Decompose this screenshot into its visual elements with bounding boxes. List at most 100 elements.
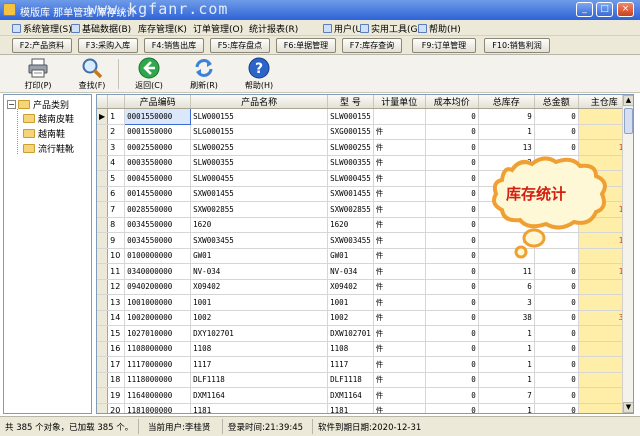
- row-indicator[interactable]: [97, 124, 109, 140]
- row-indicator[interactable]: [97, 248, 109, 264]
- cell-unit[interactable]: 件: [373, 155, 426, 171]
- row-indicator[interactable]: [97, 155, 109, 171]
- cell-model[interactable]: SLW000455: [327, 170, 374, 187]
- table-row[interactable]: 191164000000DXM1164DXM1164件0707: [97, 387, 631, 404]
- cell-model[interactable]: 1181: [327, 403, 374, 413]
- cell-rownum[interactable]: 6: [107, 186, 126, 202]
- cell-avg-cost[interactable]: 0: [425, 232, 479, 249]
- menu-basic-data[interactable]: 基础数据(B): [71, 22, 131, 35]
- table-row[interactable]: 90034550000SXW003455SXW003455件01515: [97, 232, 631, 249]
- cell-model[interactable]: SXW002855: [327, 201, 374, 218]
- cell-rownum[interactable]: 10: [107, 248, 126, 264]
- header-avg-cost[interactable]: 成本均价: [425, 95, 479, 109]
- row-indicator[interactable]: [97, 387, 109, 404]
- cell-rownum[interactable]: 2: [107, 124, 126, 140]
- cell-avg-cost[interactable]: 0: [425, 341, 479, 357]
- cell-model[interactable]: 1117: [327, 356, 374, 373]
- cell-model[interactable]: 1002: [327, 310, 374, 326]
- row-indicator[interactable]: [97, 232, 109, 249]
- menu-orders[interactable]: 订单管理(O): [193, 22, 243, 35]
- cell-total-amount[interactable]: 0: [534, 356, 579, 373]
- cell-name[interactable]: 1001: [190, 294, 329, 311]
- cell-code[interactable]: 0002550000: [124, 139, 192, 156]
- cell-model[interactable]: NV-034: [327, 263, 374, 280]
- row-indicator[interactable]: [97, 139, 109, 156]
- menu-system[interactable]: 系统管理(S): [12, 22, 72, 35]
- cell-unit[interactable]: 件: [373, 124, 426, 140]
- cell-code[interactable]: 1002000000: [124, 310, 192, 326]
- cell-total-amount[interactable]: 0: [534, 294, 579, 311]
- cell-total-stock[interactable]: 2: [478, 155, 535, 171]
- row-indicator[interactable]: [97, 217, 109, 233]
- cell-model[interactable]: 1108: [327, 341, 374, 357]
- scroll-thumb[interactable]: [624, 108, 633, 134]
- cell-total-amount[interactable]: 0: [534, 124, 579, 140]
- cell-code[interactable]: 0034550000: [124, 232, 192, 249]
- cell-model[interactable]: 1001: [327, 294, 374, 311]
- cell-avg-cost[interactable]: 0: [425, 186, 479, 202]
- cell-name[interactable]: GW01: [190, 248, 329, 264]
- cell-rownum[interactable]: 19: [107, 387, 126, 404]
- cell-avg-cost[interactable]: 0: [425, 124, 479, 140]
- table-row[interactable]: 8003455000016201620件01: [97, 217, 631, 233]
- cell-model[interactable]: GW01: [327, 248, 374, 264]
- cell-unit[interactable]: 件: [373, 294, 426, 311]
- help-button[interactable]: ? 帮助(H): [237, 56, 281, 92]
- cell-code[interactable]: 0028550000: [124, 201, 192, 218]
- cell-total-amount[interactable]: 0: [534, 310, 579, 326]
- table-row[interactable]: 17111700000011171117件0101: [97, 356, 631, 373]
- cell-code[interactable]: 0004550000: [124, 170, 192, 187]
- row-indicator[interactable]: [97, 279, 109, 295]
- cell-rownum[interactable]: 11: [107, 263, 126, 280]
- vertical-scrollbar[interactable]: ▲ ▼: [622, 95, 633, 413]
- table-row[interactable]: 20118100000011811181件0101: [97, 403, 631, 413]
- table-row[interactable]: 14100200000010021002件038038: [97, 310, 631, 326]
- cell-unit[interactable]: 件: [373, 403, 426, 413]
- cell-avg-cost[interactable]: 0: [425, 310, 479, 326]
- tree-root[interactable]: − 产品类别: [7, 97, 69, 111]
- cell-unit[interactable]: 件: [373, 356, 426, 373]
- cell-rownum[interactable]: 14: [107, 310, 126, 326]
- cell-unit[interactable]: 件: [373, 248, 426, 264]
- cell-rownum[interactable]: 8: [107, 217, 126, 233]
- cell-name[interactable]: SLW000455: [190, 170, 329, 187]
- cell-total-stock[interactable]: 1: [478, 325, 535, 342]
- cell-name[interactable]: DXY102701: [190, 325, 329, 342]
- cell-model[interactable]: DXW102701: [327, 325, 374, 342]
- cell-code[interactable]: 1117000000: [124, 356, 192, 373]
- tree-item-vietnam-leather[interactable]: 越南皮鞋: [23, 111, 74, 125]
- table-row[interactable]: 181118000000DLF1118DLF1118件0101: [97, 372, 631, 388]
- cell-unit[interactable]: 件: [373, 387, 426, 404]
- cell-avg-cost[interactable]: 0: [425, 217, 479, 233]
- cell-total-stock[interactable]: 9: [478, 108, 535, 125]
- cell-code[interactable]: 0100000000: [124, 248, 192, 264]
- cell-avg-cost[interactable]: 0: [425, 170, 479, 187]
- row-indicator[interactable]: ▶: [97, 108, 109, 125]
- f5-stocktake-button[interactable]: F5:库存盘点: [210, 38, 270, 53]
- cell-model[interactable]: X09402: [327, 279, 374, 295]
- cell-rownum[interactable]: 9: [107, 232, 126, 249]
- cell-name[interactable]: SXW001455: [190, 186, 329, 202]
- cell-rownum[interactable]: 5: [107, 170, 126, 187]
- cell-avg-cost[interactable]: 0: [425, 403, 479, 413]
- cell-code[interactable]: 0001550000: [124, 108, 192, 125]
- cell-total-amount[interactable]: 0: [534, 155, 579, 171]
- cell-name[interactable]: NV-034: [190, 263, 329, 280]
- cell-name[interactable]: SXW002855: [190, 201, 329, 218]
- cell-avg-cost[interactable]: 0: [425, 279, 479, 295]
- cell-code[interactable]: 1181000000: [124, 403, 192, 413]
- row-indicator[interactable]: [97, 403, 109, 413]
- cell-model[interactable]: SXW001455: [327, 186, 374, 202]
- scroll-up-icon[interactable]: ▲: [623, 95, 633, 106]
- cell-avg-cost[interactable]: 0: [425, 372, 479, 388]
- cell-name[interactable]: DXM1164: [190, 387, 329, 404]
- cell-total-amount[interactable]: 0: [534, 387, 579, 404]
- cell-model[interactable]: DLF1118: [327, 372, 374, 388]
- cell-avg-cost[interactable]: 0: [425, 263, 479, 280]
- cell-rownum[interactable]: 17: [107, 356, 126, 373]
- table-row[interactable]: 16110800000011081108件0101: [97, 341, 631, 357]
- cell-total-stock[interactable]: 6: [478, 279, 535, 295]
- cell-total-amount[interactable]: [534, 248, 579, 264]
- cell-unit[interactable]: 件: [373, 186, 426, 202]
- row-indicator[interactable]: [97, 310, 109, 326]
